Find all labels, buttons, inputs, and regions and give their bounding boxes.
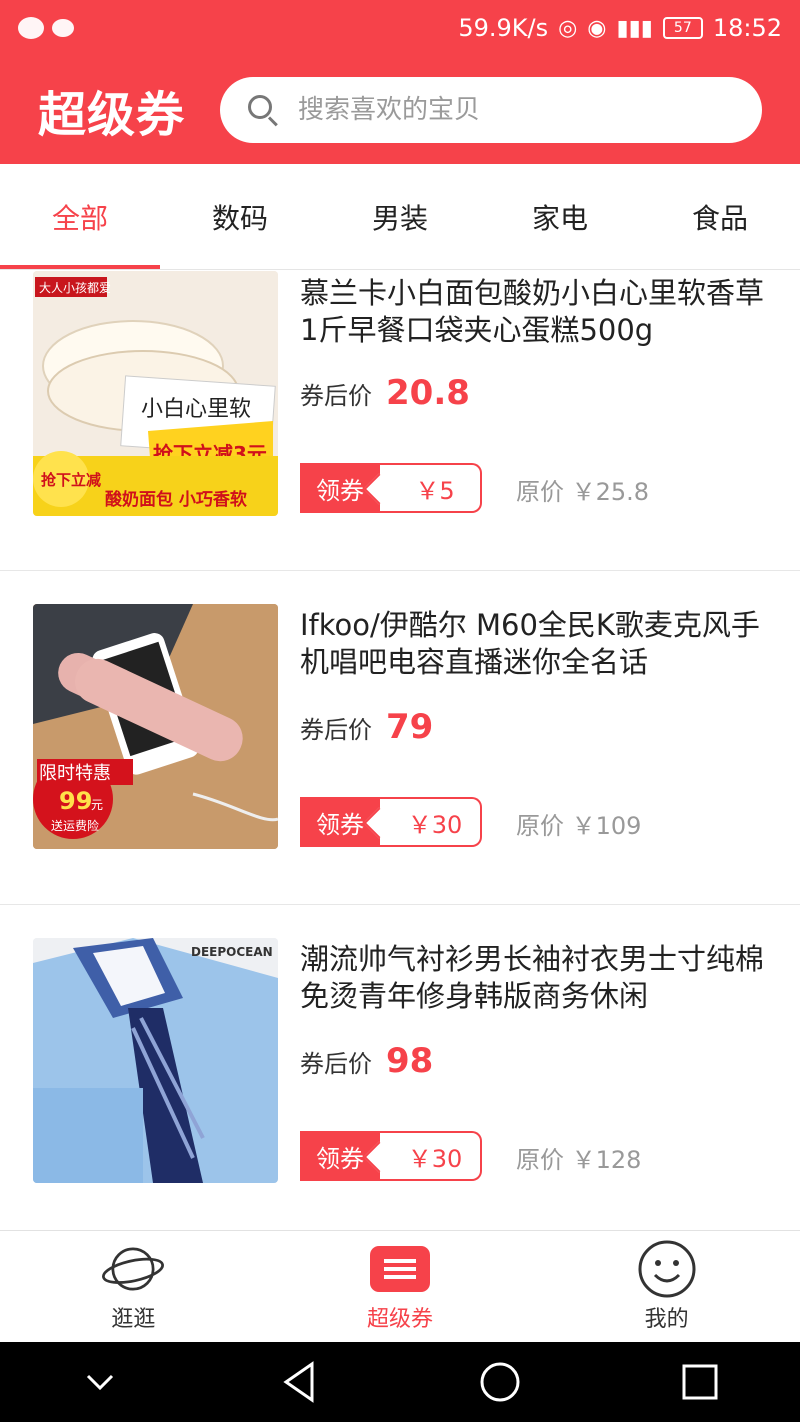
coupon-label: 领券 [300, 1131, 380, 1181]
image-caption-text: 酸奶面包 小巧香软 [105, 489, 247, 510]
menu-icon [368, 1241, 432, 1297]
original-price: 原价 ￥128 [516, 1146, 642, 1174]
app-title: 超级券 [38, 87, 186, 143]
product-image[interactable]: 大人小孩都爱 小白心里软 抢下立减3元 抢下立减 酸奶面包 小巧香软 [33, 271, 278, 516]
tab-all[interactable]: 全部 [0, 164, 160, 269]
list-item[interactable]: 大人小孩都爱 小白心里软 抢下立减3元 抢下立减 酸奶面包 小巧香软 慕兰卡小白… [0, 271, 800, 571]
original-price: 原价 ￥25.8 [516, 478, 650, 506]
nav-super-coupon[interactable]: 超级券 [267, 1231, 534, 1342]
image-price-text: 99 [59, 787, 92, 815]
tab-appliances[interactable]: 家电 [480, 164, 640, 269]
product-title[interactable]: 潮流帅气衬衫男长袖衬衣男士寸纯棉免烫青年修身韩版商务休闲 [300, 941, 772, 1015]
after-coupon-price: 券后价 98 [300, 1041, 433, 1081]
search-icon [246, 93, 280, 127]
back-icon[interactable] [270, 1352, 330, 1412]
after-price-label: 券后价 [300, 382, 372, 410]
message-icon [52, 19, 74, 37]
nav-label: 超级券 [367, 1306, 434, 1332]
after-coupon-price: 券后价 20.8 [300, 373, 470, 413]
image-note-text: 送运费险 [51, 818, 99, 833]
nav-label: 逛逛 [111, 1306, 156, 1332]
original-price: 原价 ￥109 [516, 812, 642, 840]
coupon-label: 领券 [300, 463, 380, 513]
after-price-value: 20.8 [386, 373, 470, 413]
after-price-value: 98 [386, 1041, 434, 1081]
search-input[interactable] [298, 95, 738, 125]
image-brand-text: DEEPOCEAN [191, 945, 273, 959]
image-brand-text: 小白心里软 [141, 397, 251, 422]
get-coupon-button[interactable]: 领券 ￥30 [300, 797, 482, 847]
coupon-value: ￥30 [380, 1131, 482, 1181]
app-screen: 59.9K/s ◎ ◉ ▮▮▮ 57 18:52 超级券 全部 数码 男装 家电… [0, 0, 800, 1422]
product-image[interactable]: 限时特惠 99 元 送运费险 [33, 604, 278, 849]
nav-mine[interactable]: 我的 [533, 1231, 800, 1342]
nav-label: 我的 [644, 1306, 689, 1332]
planet-icon [101, 1241, 165, 1297]
status-bar: 59.9K/s ◎ ◉ ▮▮▮ 57 18:52 [0, 0, 800, 56]
category-tabs: 全部 数码 男装 家电 食品 [0, 164, 800, 270]
product-list: 大人小孩都爱 小白心里软 抢下立减3元 抢下立减 酸奶面包 小巧香软 慕兰卡小白… [0, 271, 800, 1229]
product-title[interactable]: Ifkoo/伊酷尔 M60全民K歌麦克风手机唱吧电容直播迷你全名话 [300, 607, 772, 681]
image-promo-text: 限时特惠 [39, 763, 111, 784]
coupon-value: ￥5 [380, 463, 482, 513]
signal-icon: ▮▮▮ [616, 15, 653, 41]
after-coupon-price: 券后价 79 [300, 707, 433, 747]
home-icon[interactable] [470, 1352, 530, 1412]
image-badge-text: 抢下立减 [41, 471, 101, 489]
after-price-label: 券后价 [300, 716, 372, 744]
tab-digital[interactable]: 数码 [160, 164, 320, 269]
after-price-label: 券后价 [300, 1050, 372, 1078]
hotspot-icon: ◎ [558, 15, 578, 41]
image-unit-text: 元 [91, 798, 103, 812]
header: 超级券 [0, 56, 800, 164]
battery-icon: 57 [662, 17, 703, 39]
get-coupon-button[interactable]: 领券 ￥30 [300, 1131, 482, 1181]
after-price-value: 79 [386, 707, 434, 747]
image-tag-text: 大人小孩都爱 [39, 281, 111, 295]
network-speed: 59.9K/s [458, 14, 549, 42]
product-title[interactable]: 慕兰卡小白面包酸奶小白心里软香草1斤早餐口袋夹心蛋糕500g [300, 275, 772, 349]
list-item[interactable]: DEEPOCEAN 潮流帅气衬衫男长袖衬衣男士寸纯棉免烫青年修身韩版商务休闲 券… [0, 905, 800, 1229]
bottom-nav: 逛逛 超级券 我的 [0, 1230, 800, 1342]
tab-menswear[interactable]: 男装 [320, 164, 480, 269]
get-coupon-button[interactable]: 领券 ￥5 [300, 463, 482, 513]
list-item[interactable]: 限时特惠 99 元 送运费险 Ifkoo/伊酷尔 M60全民K歌麦克风手机唱吧电… [0, 571, 800, 905]
coupon-value: ￥30 [380, 797, 482, 847]
coupon-label: 领券 [300, 797, 380, 847]
clock: 18:52 [712, 14, 782, 42]
product-image[interactable]: DEEPOCEAN [33, 938, 278, 1183]
eye-icon: ◉ [587, 15, 607, 41]
system-nav-bar [0, 1342, 800, 1422]
search-bar[interactable] [220, 77, 762, 143]
wechat-icon [18, 17, 44, 39]
recents-icon[interactable] [670, 1352, 730, 1412]
smiley-icon [635, 1240, 699, 1297]
tab-food[interactable]: 食品 [640, 164, 800, 269]
nav-browse[interactable]: 逛逛 [0, 1231, 267, 1342]
chevron-down-icon[interactable] [70, 1352, 130, 1412]
